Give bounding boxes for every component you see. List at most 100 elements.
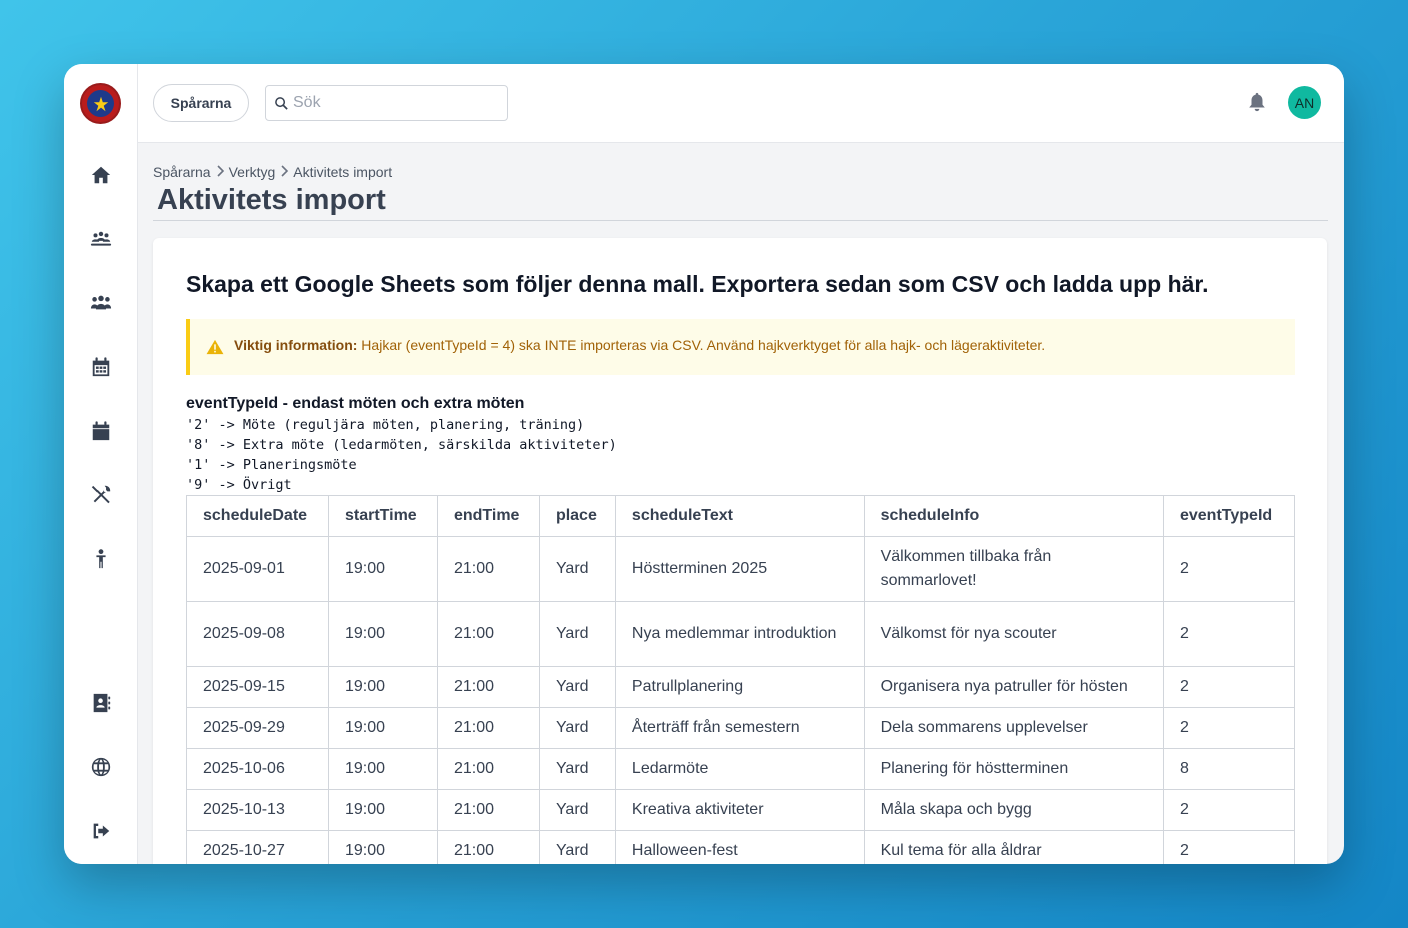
table-row: 2025-09-29 19:00 21:00 Yard Återträff fr…: [186, 707, 1296, 749]
search-box[interactable]: [265, 85, 508, 121]
table-cell: 21:00: [436, 536, 540, 602]
warning-notice: Viktig information: Hajkar (eventTypeId …: [186, 319, 1295, 375]
table-cell: Kul tema för alla åldrar: [863, 830, 1164, 864]
chevron-right-icon: [215, 164, 225, 180]
column-header: endTime: [436, 495, 540, 537]
breadcrumb-item[interactable]: Verktyg: [229, 164, 276, 180]
event-type-line: '8' -> Extra möte (ledarmöten, särskilda…: [186, 437, 617, 453]
notice-text: Viktig information: Hajkar (eventTypeId …: [234, 337, 1045, 353]
table-cell: Måla skapa och bygg: [863, 789, 1164, 831]
table-cell: Yard: [538, 789, 616, 831]
page-title: Aktivitets import: [157, 184, 386, 216]
table-cell: Planering för höstterminen: [863, 748, 1164, 790]
table-cell: 2025-09-08: [186, 601, 329, 667]
event-types-list: '2' -> Möte (reguljära möten, planering,…: [186, 415, 617, 495]
table-cell: 2025-09-29: [186, 707, 329, 749]
event-type-line: '9' -> Övrigt: [186, 477, 292, 493]
table-cell: 21:00: [436, 830, 540, 864]
user-avatar[interactable]: AN: [1288, 86, 1321, 119]
table-row: 2025-10-13 19:00 21:00 Yard Kreativa akt…: [186, 789, 1296, 831]
top-bar: Spårarna AN: [138, 64, 1344, 143]
column-header: startTime: [327, 495, 438, 537]
table-cell: Yard: [538, 601, 616, 667]
table-cell: Yard: [538, 536, 616, 602]
table-cell: Organisera nya patruller för hösten: [863, 666, 1164, 708]
contact-card-icon[interactable]: [88, 690, 114, 716]
table-cell: Ledarmöte: [614, 748, 865, 790]
organization-button[interactable]: Spårarna: [153, 84, 249, 122]
table-cell: 2: [1162, 536, 1296, 602]
table-cell: 19:00: [327, 830, 438, 864]
column-header: scheduleDate: [186, 495, 329, 537]
table-cell: Yard: [538, 707, 616, 749]
table-cell: 19:00: [327, 536, 438, 602]
table-cell: 19:00: [327, 748, 438, 790]
table-cell: Välkomst för nya scouter: [863, 601, 1164, 667]
table-cell: 2: [1162, 666, 1296, 708]
group-meeting-icon[interactable]: [88, 226, 114, 252]
table-header-row: scheduleDate startTime endTime place sch…: [186, 495, 1296, 537]
table-cell: 19:00: [327, 707, 438, 749]
card-heading: Skapa ett Google Sheets som följer denna…: [186, 271, 1209, 297]
table-cell: 2025-10-06: [186, 748, 329, 790]
table-cell: Dela sommarens upplevelser: [863, 707, 1164, 749]
sidebar: [64, 64, 138, 864]
calendar-icon[interactable]: [88, 418, 114, 444]
event-type-line: '1' -> Planeringsmöte: [186, 457, 357, 473]
table-cell: 2: [1162, 601, 1296, 667]
table-cell: 2: [1162, 789, 1296, 831]
table-cell: 19:00: [327, 789, 438, 831]
table-cell: Välkommen tillbaka från sommarlovet!: [863, 536, 1164, 602]
table-cell: 2025-09-01: [186, 536, 329, 602]
search-input[interactable]: [293, 92, 498, 114]
table-cell: 19:00: [327, 601, 438, 667]
logout-icon[interactable]: [88, 818, 114, 844]
organization-logo[interactable]: [80, 83, 121, 124]
column-header: place: [538, 495, 616, 537]
tools-icon[interactable]: [88, 482, 114, 508]
notifications-bell-icon[interactable]: [1246, 91, 1268, 113]
table-cell: Nya medlemmar introduktion: [614, 601, 865, 667]
search-icon: [275, 97, 288, 110]
calendar-grid-icon[interactable]: [88, 354, 114, 380]
table-cell: 21:00: [436, 707, 540, 749]
table-cell: Kreativa aktiviteter: [614, 789, 865, 831]
home-icon[interactable]: [88, 162, 114, 188]
table-cell: Yard: [538, 830, 616, 864]
table-cell: Yard: [538, 666, 616, 708]
table-row: 2025-10-27 19:00 21:00 Yard Halloween-fe…: [186, 830, 1296, 864]
notice-label: Viktig information:: [234, 337, 358, 353]
column-header: eventTypeId: [1162, 495, 1296, 537]
table-cell: 21:00: [436, 601, 540, 667]
table-cell: 19:00: [327, 666, 438, 708]
title-divider: [153, 220, 1328, 221]
table-cell: Yard: [538, 748, 616, 790]
table-cell: 2: [1162, 707, 1296, 749]
breadcrumb-item[interactable]: Spårarna: [153, 164, 211, 180]
warning-icon: [206, 339, 224, 355]
column-header: scheduleInfo: [863, 495, 1164, 537]
users-icon[interactable]: [88, 290, 114, 316]
event-type-line: '2' -> Möte (reguljära möten, planering,…: [186, 417, 585, 433]
globe-icon[interactable]: [88, 754, 114, 780]
logo-emblem: [87, 90, 114, 117]
table-cell: 21:00: [436, 748, 540, 790]
table-row: 2025-10-06 19:00 21:00 Yard Ledarmöte Pl…: [186, 748, 1296, 790]
table-row: 2025-09-01 19:00 21:00 Yard Höstterminen…: [186, 536, 1296, 602]
column-header: scheduleText: [614, 495, 865, 537]
table-cell: 2025-10-27: [186, 830, 329, 864]
table-cell: Halloween-fest: [614, 830, 865, 864]
table-cell: 2025-09-15: [186, 666, 329, 708]
chevron-right-icon: [279, 164, 289, 180]
notice-body: Hajkar (eventTypeId = 4) ska INTE import…: [357, 337, 1046, 353]
table-cell: Återträff från semestern: [614, 707, 865, 749]
app-window: Spårarna AN Spårarna Verktyg Aktivitets …: [64, 64, 1344, 864]
table-cell: Patrullplanering: [614, 666, 865, 708]
table-cell: 8: [1162, 748, 1296, 790]
person-icon[interactable]: [88, 546, 114, 572]
breadcrumb-current: Aktivitets import: [293, 164, 393, 180]
table-row: 2025-09-15 19:00 21:00 Yard Patrullplane…: [186, 666, 1296, 708]
table-cell: 2: [1162, 830, 1296, 864]
event-types-heading: eventTypeId - endast möten och extra möt…: [186, 395, 525, 412]
table-row: 2025-09-08 19:00 21:00 Yard Nya medlemma…: [186, 601, 1296, 667]
